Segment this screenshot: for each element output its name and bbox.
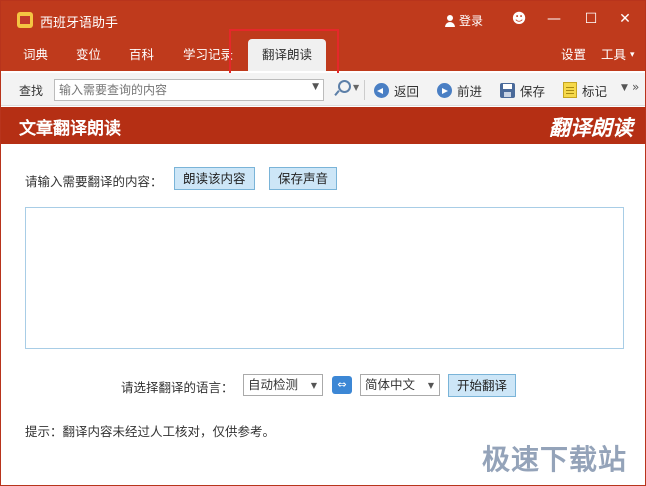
title-bar: 西班牙语助手 登录 ☻ — ☐ ✕ bbox=[1, 1, 645, 39]
mark-button[interactable]: 标记 bbox=[563, 80, 607, 100]
search-box[interactable]: ▼ bbox=[54, 79, 324, 101]
search-options-caret-icon[interactable]: ▼ bbox=[353, 83, 359, 92]
banner-logo: 翻译朗读 bbox=[549, 116, 633, 140]
forward-arrow-icon bbox=[437, 82, 452, 98]
tab-study-history[interactable]: 学习记录 bbox=[183, 39, 233, 71]
start-translate-button[interactable]: 开始翻译 bbox=[448, 374, 517, 397]
language-prompt-label: 请选择翻译的语言： bbox=[121, 380, 234, 395]
app-logo-icon bbox=[17, 12, 33, 28]
chevron-down-icon: ▼ bbox=[427, 381, 434, 390]
save-audio-button[interactable]: 保存声音 bbox=[269, 167, 338, 190]
save-label: 保存 bbox=[520, 83, 546, 99]
search-icon[interactable] bbox=[334, 80, 351, 98]
swap-language-icon[interactable]: ⇔ bbox=[332, 376, 352, 394]
user-icon bbox=[444, 14, 456, 27]
chevron-down-icon: ▼ bbox=[310, 381, 317, 390]
mark-caret-icon[interactable]: ▼ bbox=[621, 83, 628, 93]
target-language-value: 简体中文 bbox=[365, 377, 416, 392]
watermark: 极速下载站 bbox=[481, 443, 627, 476]
tab-encyclopedia[interactable]: 百科 bbox=[129, 39, 154, 71]
back-arrow-icon bbox=[374, 82, 389, 98]
search-label: 查找 bbox=[19, 84, 44, 98]
app-title: 西班牙语助手 bbox=[40, 16, 119, 31]
note-icon bbox=[563, 82, 577, 98]
read-aloud-button[interactable]: 朗读该内容 bbox=[174, 167, 255, 190]
target-language-select[interactable]: 简体中文 ▼ bbox=[360, 374, 440, 396]
skin-icon[interactable]: ☻ bbox=[509, 9, 529, 29]
maximize-button[interactable]: ☐ bbox=[581, 9, 601, 29]
save-button[interactable]: 保存 bbox=[500, 80, 545, 100]
tools-caret-icon[interactable]: ▾ bbox=[630, 39, 635, 71]
forward-label: 前进 bbox=[457, 83, 483, 99]
floppy-disk-icon bbox=[500, 82, 515, 98]
settings-menu[interactable]: 设置 bbox=[561, 39, 586, 71]
close-button[interactable]: ✕ bbox=[615, 9, 635, 29]
login-button[interactable]: 登录 bbox=[444, 12, 483, 29]
minimize-button[interactable]: — bbox=[544, 9, 564, 29]
source-language-select[interactable]: 自动检测 ▼ bbox=[243, 374, 323, 396]
app-window: 西班牙语助手 登录 ☻ — ☐ ✕ 词典 变位 百科 学习记录 翻译朗读 设置 … bbox=[0, 0, 646, 486]
tab-dictionary[interactable]: 词典 bbox=[23, 39, 48, 71]
toolbar-divider bbox=[364, 80, 365, 100]
input-prompt-label: 请输入需要翻译的内容： bbox=[25, 174, 163, 189]
disclaimer-tip: 提示：翻译内容未经过人工核对，仅供参考。 bbox=[25, 424, 276, 439]
login-label: 登录 bbox=[459, 14, 484, 28]
tab-translate-read[interactable]: 翻译朗读 bbox=[248, 39, 327, 71]
section-banner: 文章翻译朗读 翻译朗读 bbox=[1, 107, 645, 144]
tab-conjugation[interactable]: 变位 bbox=[76, 39, 101, 71]
tab-bar: 词典 变位 百科 学习记录 翻译朗读 设置 工具 ▾ bbox=[1, 39, 645, 71]
search-input[interactable] bbox=[55, 80, 305, 100]
toolbar: 查找 ▼ ▼ 返回 前进 保存 标记 ▼ » bbox=[1, 73, 645, 106]
forward-button[interactable]: 前进 bbox=[437, 80, 482, 100]
source-language-value: 自动检测 bbox=[248, 377, 299, 392]
back-button[interactable]: 返回 bbox=[374, 80, 419, 100]
page-title: 文章翻译朗读 bbox=[19, 119, 121, 139]
back-label: 返回 bbox=[394, 83, 420, 99]
translation-input-area[interactable] bbox=[25, 207, 624, 349]
mark-label: 标记 bbox=[582, 83, 608, 99]
search-dropdown-icon[interactable]: ▼ bbox=[312, 82, 319, 92]
tools-menu[interactable]: 工具 bbox=[601, 39, 626, 71]
toolbar-more-icon[interactable]: » bbox=[632, 80, 639, 94]
